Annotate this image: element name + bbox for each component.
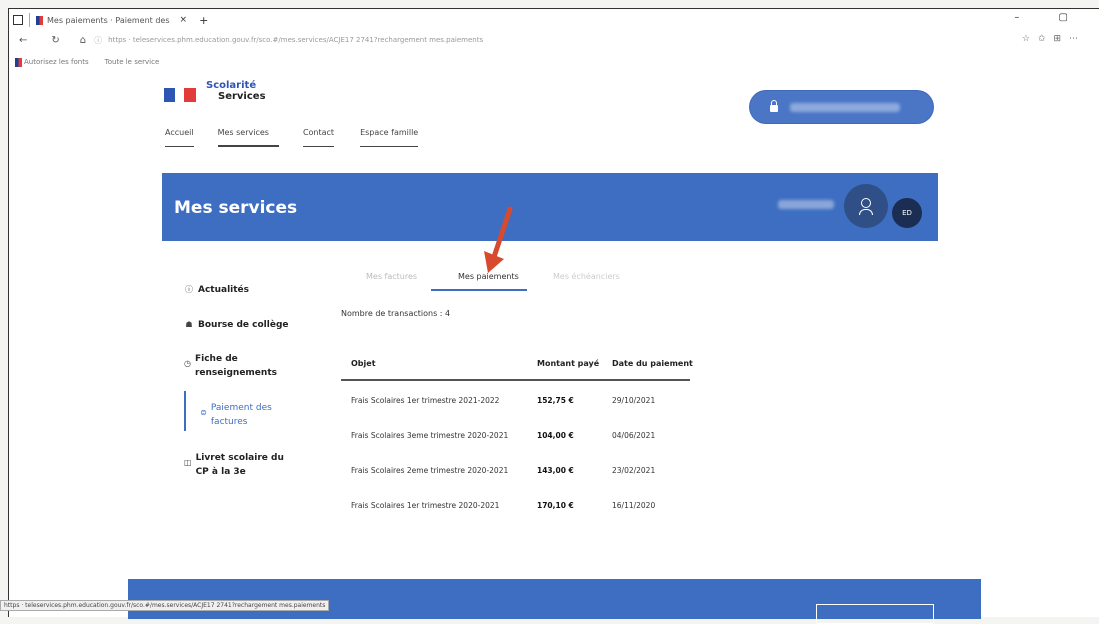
browser-toolbar-icons[interactable]: ☆✩⊞⋯ bbox=[1022, 34, 1086, 44]
nav-espace-famille[interactable]: Espace famille bbox=[360, 128, 419, 147]
table-row: Frais Scolaires 1er trimestre 2020-2021 … bbox=[341, 501, 690, 513]
account-button[interactable] bbox=[750, 91, 933, 123]
back-icon[interactable]: ← bbox=[19, 35, 27, 46]
page-title: Mes services bbox=[174, 198, 298, 218]
user-icon-body bbox=[859, 209, 873, 215]
logo-text-services: Services bbox=[218, 91, 266, 102]
logo-text-scolarite: Scolarité bbox=[206, 80, 257, 91]
bookmark-item[interactable]: Toute le service bbox=[105, 58, 160, 66]
nav-mes-services[interactable]: Mes services bbox=[217, 128, 280, 147]
browser-tab[interactable]: Mes paiements · Paiement des × bbox=[29, 13, 193, 27]
url-field[interactable]: https · teleservices.phm.education.gouv.… bbox=[108, 36, 483, 44]
table-row: Frais Scolaires 1er trimestre 2021-2022 … bbox=[341, 396, 690, 408]
footer-button[interactable] bbox=[816, 604, 934, 624]
column-header-date: Date du paiement bbox=[612, 359, 693, 368]
new-tab-icon[interactable]: + bbox=[199, 14, 208, 27]
transaction-count: Nombre de transactions : 4 bbox=[341, 309, 451, 318]
cell-montant: 143,00 € bbox=[537, 466, 574, 475]
active-indicator bbox=[184, 391, 186, 431]
sidebar-item-label: Fiche de renseignements bbox=[194, 354, 277, 378]
bookmarks-bar: Autorisez les fonts Toute le service bbox=[9, 55, 169, 69]
tab-title: Mes paiements · Paiement des bbox=[47, 15, 170, 25]
sidebar-item-label: Paiement des factures bbox=[210, 403, 272, 427]
page-banner: Mes services ED bbox=[162, 173, 938, 241]
main-nav: Accueil Mes services Contact Espace fami… bbox=[165, 128, 419, 147]
table-row: Frais Scolaires 2eme trimestre 2020-2021… bbox=[341, 466, 690, 478]
table-row: Frais Scolaires 3eme trimestre 2020-2021… bbox=[341, 431, 690, 443]
sidebar-item-livret[interactable]: ◫ Livret scolaire du CP à la 3e bbox=[184, 451, 294, 479]
annotation-arrow-icon bbox=[484, 206, 513, 273]
sidebar-item-fiche[interactable]: ◷ Fiche de renseignements bbox=[184, 352, 284, 380]
tab-bar: Mes paiements · Paiement des × + – ▢ bbox=[9, 9, 1099, 31]
home-icon[interactable]: ⌂ bbox=[80, 35, 86, 46]
address-bar: ← ↻ ⌂ ⓘ https · teleservices.phm.educati… bbox=[9, 31, 1099, 49]
user-icon bbox=[861, 198, 871, 208]
lock-icon bbox=[770, 100, 778, 112]
column-header-objet: Objet bbox=[351, 359, 376, 368]
cell-montant: 170,10 € bbox=[537, 501, 574, 510]
payment-icon: ⊜ bbox=[200, 408, 207, 417]
site-info-icon[interactable]: ⓘ bbox=[94, 35, 102, 46]
bourse-icon: ☗ bbox=[185, 320, 193, 329]
account-name-redacted bbox=[790, 102, 900, 112]
cell-objet: Frais Scolaires 1er trimestre 2021-2022 bbox=[351, 396, 500, 405]
cell-date: 23/02/2021 bbox=[612, 466, 656, 475]
header-divider bbox=[341, 379, 690, 381]
cell-montant: 104,00 € bbox=[537, 431, 574, 440]
cell-objet: Frais Scolaires 2eme trimestre 2020-2021 bbox=[351, 466, 509, 475]
sidebar-item-actualites[interactable]: ⓘ Actualités bbox=[184, 283, 249, 297]
favicon-icon bbox=[36, 15, 43, 25]
reload-icon[interactable]: ↻ bbox=[51, 35, 59, 46]
active-tab-underline bbox=[431, 289, 527, 291]
sidebar-item-label: Actualités bbox=[198, 285, 250, 295]
avatar[interactable]: ED bbox=[892, 198, 922, 228]
tab-mes-factures[interactable]: Mes factures bbox=[366, 272, 417, 281]
cell-date: 29/10/2021 bbox=[612, 396, 656, 405]
tab-mes-echeanciers[interactable]: Mes échéanciers bbox=[553, 272, 620, 281]
sidebar-item-bourse[interactable]: ☗ Bourse de collège bbox=[184, 318, 289, 332]
user-profile-button[interactable] bbox=[844, 184, 888, 228]
cell-objet: Frais Scolaires 1er trimestre 2020-2021 bbox=[351, 501, 500, 510]
form-icon: ◷ bbox=[184, 359, 191, 368]
sidebar-item-paiement[interactable]: ⊜ Paiement des factures bbox=[200, 401, 280, 429]
book-icon: ◫ bbox=[184, 458, 192, 467]
status-bar-url: https · teleservices.phm.education.gouv.… bbox=[0, 600, 330, 611]
site-logo[interactable]: Scolarité Services bbox=[164, 80, 266, 102]
cell-date: 04/06/2021 bbox=[612, 431, 656, 440]
user-name-redacted bbox=[778, 200, 834, 209]
cell-montant: 152,75 € bbox=[537, 396, 574, 405]
tab-actions-icon[interactable] bbox=[13, 15, 23, 25]
info-icon: ⓘ bbox=[185, 285, 193, 294]
column-header-montant: Montant payé bbox=[537, 359, 600, 368]
marianne-flag-icon bbox=[164, 88, 196, 102]
close-tab-icon[interactable]: × bbox=[180, 15, 188, 25]
nav-contact[interactable]: Contact bbox=[302, 128, 335, 147]
site-footer bbox=[128, 579, 981, 624]
nav-accueil[interactable]: Accueil bbox=[165, 128, 194, 147]
cell-objet: Frais Scolaires 3eme trimestre 2020-2021 bbox=[351, 431, 509, 440]
window-controls[interactable]: – ▢ bbox=[1014, 12, 1086, 23]
sidebar-item-label: Bourse de collège bbox=[198, 320, 289, 330]
sidebar-item-label: Livret scolaire du CP à la 3e bbox=[195, 453, 284, 477]
bookmark-item[interactable]: Autorisez les fonts bbox=[24, 58, 89, 66]
bookmark-favicon-icon bbox=[15, 57, 22, 67]
cell-date: 16/11/2020 bbox=[612, 501, 656, 510]
